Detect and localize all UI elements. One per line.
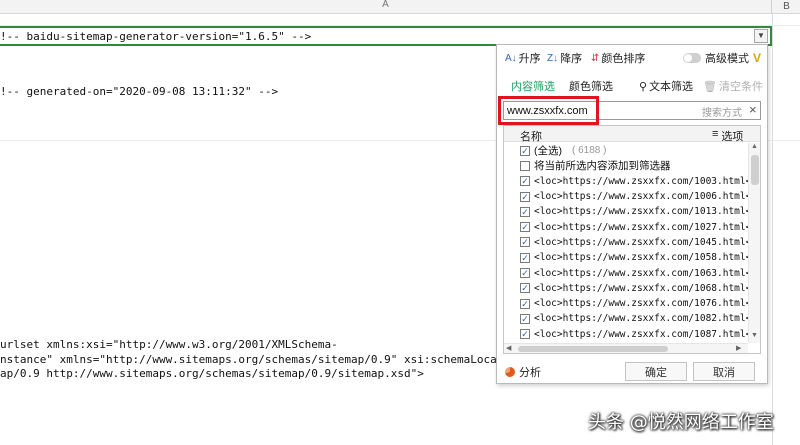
panel-footer: 分析 确定 取消 (497, 359, 767, 383)
scroll-thumb[interactable] (518, 346, 668, 352)
list-item[interactable]: ✓ <loc>https://www.zsxxfx.com/1068.html</… (504, 281, 748, 296)
cell-text-line: !-- baidu-sitemap-generator-version="1.6… (0, 30, 312, 43)
trash-icon: 🗑 (703, 80, 717, 93)
list-item[interactable]: ✓ <loc>https://www.zsxxfx.com/1045.html</… (504, 235, 748, 250)
scroll-right-icon[interactable]: ▶ (736, 344, 741, 352)
text-filter-button[interactable]: ⚲ 文本筛选 (639, 78, 693, 94)
add-to-filter-item[interactable]: 将当前所选内容添加到筛选器 (504, 158, 748, 173)
list-item-label: <loc>https://www.zsxxfx.com/1003.html</l (534, 175, 748, 187)
checkbox-checked-icon[interactable]: ✓ (520, 313, 530, 324)
sort-desc-label: 降序 (560, 53, 583, 65)
advanced-mode-toggle[interactable]: 高级模式 V (683, 50, 761, 66)
checkbox-checked-icon[interactable]: ✓ (520, 268, 530, 279)
sort-asc-icon: A↓ (505, 52, 517, 64)
vip-badge-icon: V (753, 51, 762, 65)
list-item[interactable]: ✓ <loc>https://www.zsxxfx.com/1087.html</… (504, 327, 748, 342)
list-item-label: <loc>https://www.zsxxfx.com/1068.html</l (534, 282, 748, 294)
column-divider (772, 14, 773, 445)
list-item-label: <loc>https://www.zsxxfx.com/1076.html</l (534, 298, 748, 310)
tab-content-filter[interactable]: 内容筛选 (511, 78, 555, 98)
add-to-filter-label: 将当前所选内容添加到筛选器 (534, 160, 671, 173)
list-item[interactable]: ✓ <loc>https://www.zsxxfx.com/1063.html</… (504, 265, 748, 280)
filter-tabs: 内容筛选 颜色筛选 ⚲ 文本筛选 🗑 清空条件 (497, 75, 767, 98)
list-item[interactable]: ✓ <loc>https://www.zsxxfx.com/1082.html</… (504, 311, 748, 326)
advanced-mode-label: 高级模式 (705, 53, 749, 65)
color-sort-icon: ⇵ (591, 52, 600, 64)
sort-color-button[interactable]: ⇵ 颜色排序 (591, 50, 645, 66)
vertical-scrollbar[interactable]: ▲ ▼ (748, 143, 760, 343)
checkbox-checked-icon[interactable]: ✓ (520, 252, 530, 263)
sort-color-label: 颜色排序 (601, 53, 646, 65)
list-item[interactable]: ✓ <loc>https://www.zsxxfx.com/1013.html</… (504, 204, 748, 219)
list-item-label: <loc>https://www.zsxxfx.com/1082.html</l (534, 313, 748, 325)
sort-toolbar: A↓ 升序 Z↓ 降序 ⇵ 颜色排序 高级模式 V (497, 45, 767, 71)
pie-chart-icon (505, 367, 515, 377)
checkbox-checked-icon[interactable]: ✓ (520, 283, 530, 294)
analyze-button[interactable]: 分析 (505, 364, 541, 380)
list-item[interactable]: ✓ <loc>https://www.zsxxfx.com/1076.html</… (504, 296, 748, 311)
sort-asc-button[interactable]: A↓ 升序 (505, 50, 541, 66)
checkbox-checked-icon[interactable]: ✓ (520, 191, 530, 202)
cell-text-line: urlset xmlns:xsi="http://www.w3.org/2001… (0, 338, 338, 351)
filter-panel: A↓ 升序 Z↓ 降序 ⇵ 颜色排序 高级模式 V 内容筛选 颜色筛选 ⚲ 文本… (496, 44, 768, 384)
list-item-label: <loc>https://www.zsxxfx.com/1027.html</l (534, 221, 748, 233)
column-header-bar: A B (0, 0, 800, 14)
watermark-text: 头条 @悦然网络工作室 (588, 412, 774, 433)
checkbox-checked-icon[interactable]: ✓ (520, 222, 530, 233)
horizontal-scrollbar[interactable]: ◀ ▶ (504, 343, 748, 353)
menu-lines-icon: ≡ (712, 128, 719, 140)
search-highlight-box (498, 96, 599, 125)
clear-conditions-button[interactable]: 🗑 清空条件 (703, 78, 763, 94)
scroll-down-icon[interactable]: ▼ (749, 332, 760, 342)
list-item-label: <loc>https://www.zsxxfx.com/1013.html</l (534, 206, 748, 218)
toggle-switch-icon (683, 53, 701, 63)
list-item-label: <loc>https://www.zsxxfx.com/1006.html</l (534, 191, 748, 203)
checkbox-checked-icon[interactable]: ✓ (520, 237, 530, 248)
select-all-label: (全选) (534, 145, 562, 158)
list-item-label: <loc>https://www.zsxxfx.com/1087.html</l (534, 328, 748, 340)
list-item-label: <loc>https://www.zsxxfx.com/1063.html</l (534, 267, 748, 279)
checkbox-checked-icon[interactable]: ✓ (520, 145, 530, 156)
sort-desc-button[interactable]: Z↓ 降序 (547, 50, 582, 66)
column-b-header[interactable]: B (773, 0, 800, 14)
search-mode-dropdown[interactable]: 搜索方式 (702, 104, 742, 119)
column-a-header[interactable]: A (0, 0, 772, 14)
clear-conditions-label: 清空条件 (718, 81, 763, 93)
checkbox-unchecked-icon[interactable] (520, 160, 530, 171)
checkbox-checked-icon[interactable]: ✓ (520, 176, 530, 187)
cell-text-line: ap/0.9 http://www.sitemaps.org/schemas/s… (0, 367, 424, 380)
sort-desc-icon: Z↓ (547, 52, 559, 64)
list-item[interactable]: ✓ <loc>https://www.zsxxfx.com/1027.html</… (504, 219, 748, 234)
close-icon[interactable]: × (749, 102, 757, 117)
checkbox-checked-icon[interactable]: ✓ (520, 206, 530, 217)
ok-button[interactable]: 确定 (625, 362, 687, 381)
list-item-label: <loc>https://www.zsxxfx.com/1058.html</l (534, 252, 748, 264)
select-all-item[interactable]: ✓ (全选) ( 6188 ) (504, 143, 748, 158)
sort-asc-label: 升序 (518, 53, 541, 65)
list-item[interactable]: ✓ <loc>https://www.zsxxfx.com/1003.html</… (504, 174, 748, 189)
list-options-button[interactable]: ≡ 选项 (712, 128, 743, 144)
list-item[interactable]: ✓ <loc>https://www.zsxxfx.com/1006.html</… (504, 189, 748, 204)
scroll-thumb[interactable] (751, 155, 759, 185)
cell-text-line: !-- generated-on="2020-09-08 13:11:32" -… (0, 85, 279, 98)
scroll-left-icon[interactable]: ◀ (506, 344, 511, 352)
checkbox-checked-icon[interactable]: ✓ (520, 298, 530, 309)
scroll-up-icon[interactable]: ▲ (749, 143, 760, 153)
list-header: 名称 ≡ 选项 (504, 126, 760, 144)
list-item[interactable]: ✓ <loc>https://www.zsxxfx.com/1058.html</… (504, 250, 748, 265)
list-item-label: <loc>https://www.zsxxfx.com/1045.html</l (534, 236, 748, 248)
cancel-button[interactable]: 取消 (693, 362, 755, 381)
text-filter-label: 文本筛选 (649, 81, 694, 93)
list-header-name: 名称 (520, 131, 542, 143)
filter-value-list: 名称 ≡ 选项 ✓ (全选) ( 6188 ) 将当前所选内容添加到筛选器 ✓ <… (503, 125, 761, 354)
list-rows: ✓ (全选) ( 6188 ) 将当前所选内容添加到筛选器 ✓ <loc>http… (504, 143, 748, 343)
analyze-label: 分析 (519, 367, 541, 379)
cell-text-line: nstance" xmlns="http://www.sitemaps.org/… (0, 353, 504, 366)
item-count: ( 6188 ) (572, 145, 607, 157)
list-options-label: 选项 (721, 131, 744, 143)
checkbox-checked-icon[interactable]: ✓ (520, 329, 530, 340)
filter-dropdown-arrow-icon[interactable]: ▼ (754, 29, 768, 43)
funnel-icon: ⚲ (639, 80, 648, 93)
tab-color-filter[interactable]: 颜色筛选 (569, 78, 613, 96)
